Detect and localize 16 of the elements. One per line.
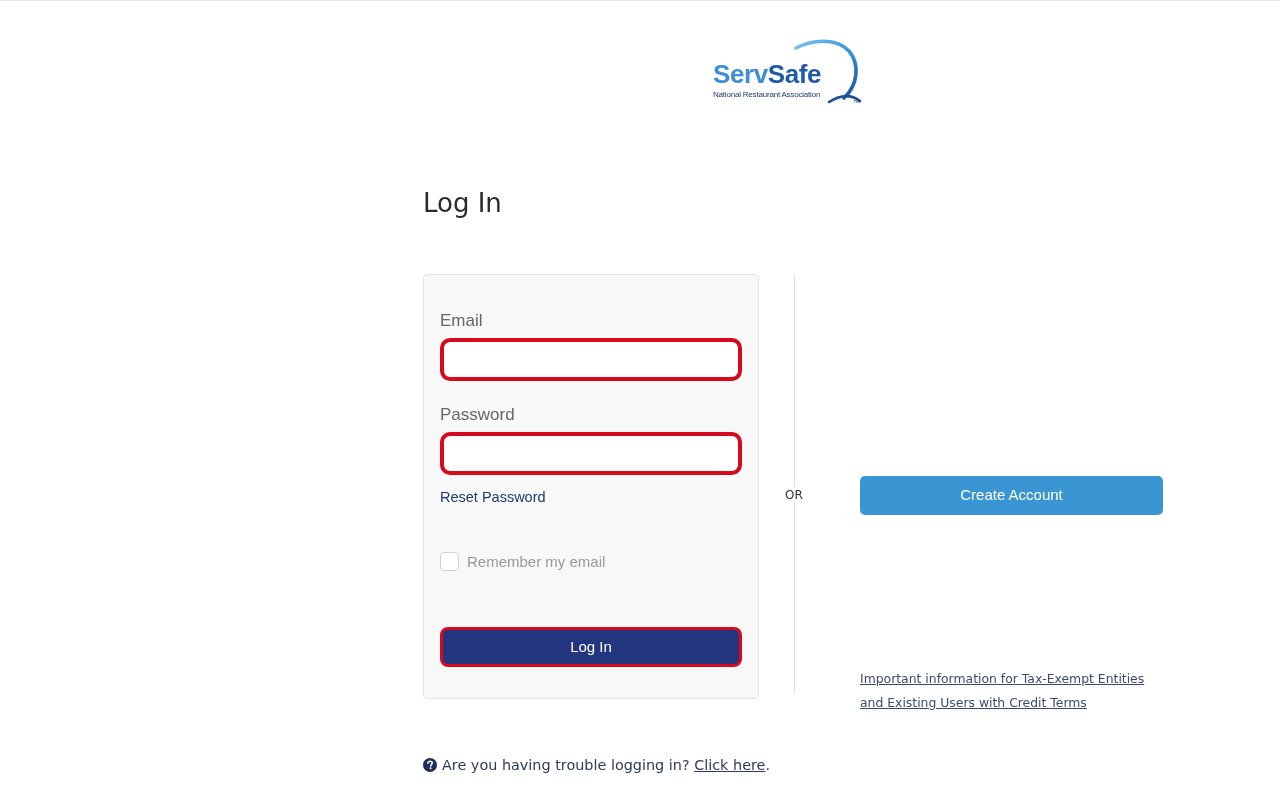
email-field[interactable]	[440, 338, 742, 381]
reset-password-link[interactable]: Reset Password	[440, 488, 546, 506]
tax-info-link[interactable]: Important information for Tax-Exempt Entities and Existing Users with Credit Terms	[860, 667, 1163, 715]
checkbox-label: Remember my email	[467, 552, 606, 571]
logo-wordmark: ServSafe	[713, 58, 822, 90]
or-separator: OR	[784, 487, 804, 503]
remember-checkbox[interactable]	[440, 552, 459, 571]
help-text: Are you having trouble logging in? Click here.	[442, 756, 770, 775]
field-label: Email	[440, 311, 483, 331]
login-button[interactable]: Log In	[440, 627, 742, 667]
field-label: Password	[440, 405, 515, 425]
help-icon	[423, 758, 437, 772]
logo-tagline: National Restaurant Association	[713, 90, 821, 100]
password-field[interactable]	[440, 432, 742, 475]
click-here-link[interactable]: Click here	[694, 757, 766, 773]
page-title: Log In	[423, 188, 502, 219]
